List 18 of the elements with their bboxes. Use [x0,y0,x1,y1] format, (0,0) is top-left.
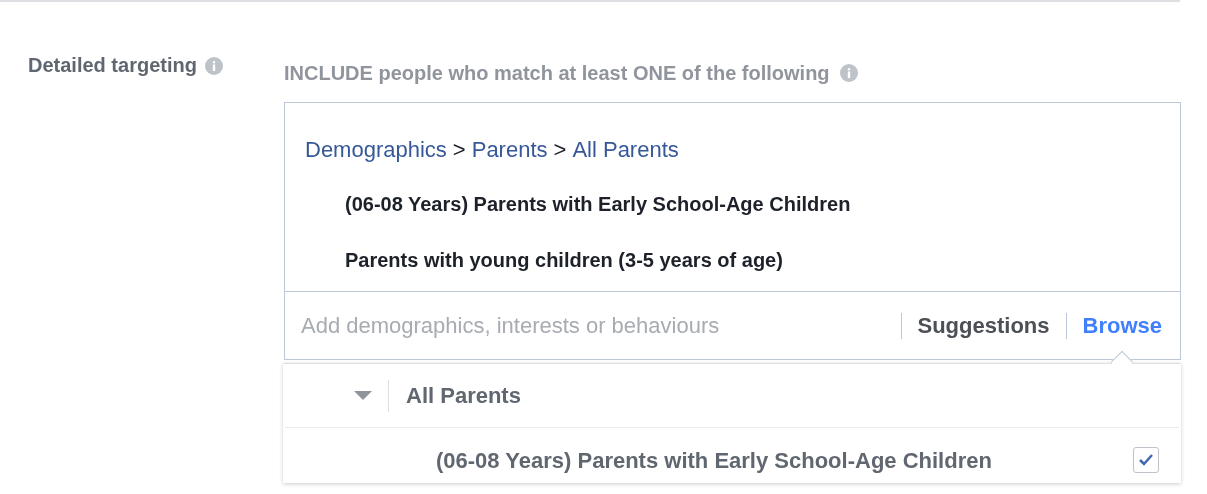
check-icon [1139,454,1153,466]
breadcrumb-link[interactable]: Demographics [305,132,447,166]
info-icon[interactable] [204,57,223,75]
instruction-text: INCLUDE people who match at least ONE of the following [284,61,830,86]
browse-item[interactable]: (06-08 Years) Parents with Early School-Age Children [436,443,1133,477]
info-icon[interactable] [839,64,858,82]
breadcrumb-link[interactable]: Parents [471,132,548,166]
breadcrumb-separator: > [553,135,567,164]
tab[interactable]: Suggestions [917,305,1050,346]
section-label: Detailed targeting [28,53,197,78]
breadcrumb-link[interactable]: All Parents [572,132,679,166]
selected-target[interactable]: (06-08 Years) Parents with Early School-Age Children [345,191,1180,217]
category-title[interactable]: All Parents [406,379,521,412]
caret-icon[interactable] [354,390,372,401]
selected-target[interactable]: Parents with young children (3-5 years of age) [345,247,1180,273]
checkbox[interactable] [1133,447,1159,473]
search-field[interactable]: Add demographics, interests or behaviours [301,309,885,342]
breadcrumb-separator: > [452,135,466,164]
